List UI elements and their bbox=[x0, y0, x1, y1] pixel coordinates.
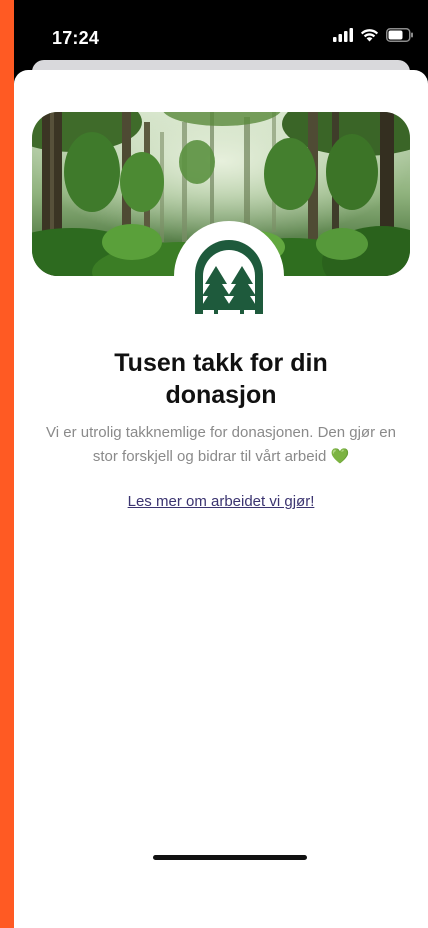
signal-icon bbox=[333, 28, 353, 42]
organization-logo bbox=[174, 221, 284, 331]
phone-screen: 17:24 Tusen takk for din donasjon Vi er … bbox=[14, 0, 428, 928]
forest-arch-logo-icon bbox=[195, 240, 263, 314]
wifi-icon bbox=[360, 29, 379, 42]
status-icons bbox=[333, 28, 414, 42]
learn-more-link[interactable]: Les mer om arbeidet vi gjør! bbox=[14, 493, 428, 510]
status-time: 17:24 bbox=[52, 28, 100, 48]
battery-icon bbox=[386, 28, 413, 42]
thank-you-title: Tusen takk for din donasjon bbox=[114, 349, 328, 409]
home-indicator[interactable] bbox=[153, 855, 307, 860]
thank-you-message: Vi er utrolig takknemlige for donasjonen… bbox=[46, 424, 396, 465]
